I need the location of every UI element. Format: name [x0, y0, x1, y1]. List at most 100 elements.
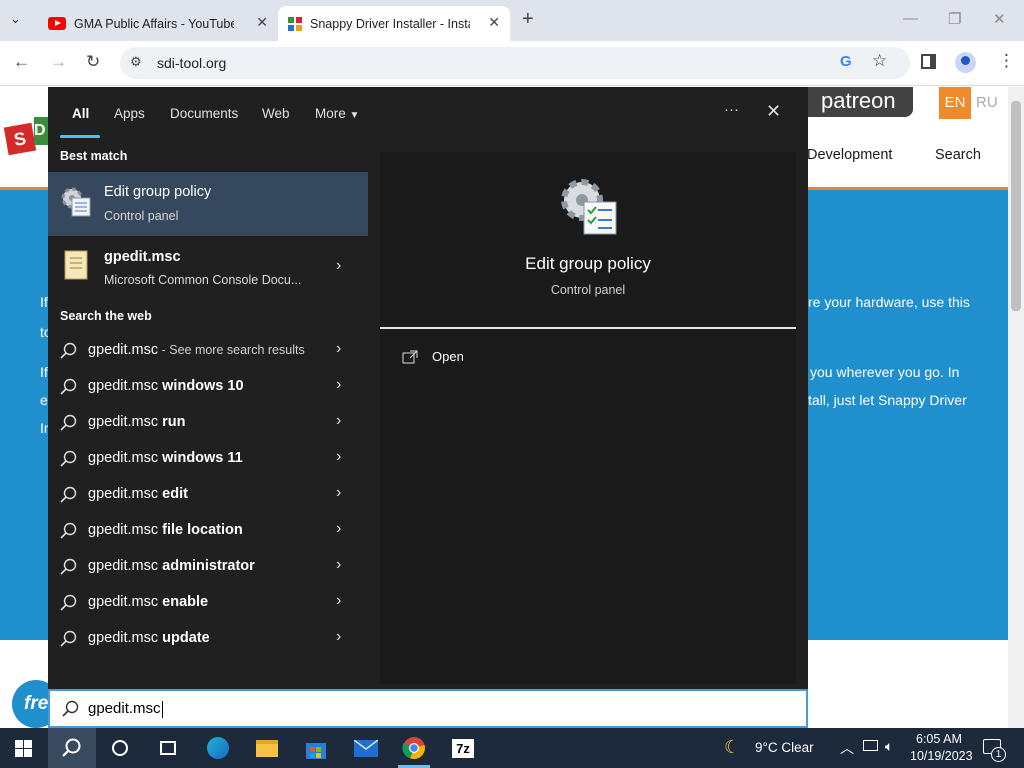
tab-more[interactable]: More ▼ — [315, 106, 359, 121]
browser-toolbar: ← → ↻ ⚙ sdi-tool.org G ☆ ⋮ — [0, 41, 1024, 86]
site-info-icon[interactable]: ⚙ — [130, 54, 142, 70]
active-tab-indicator — [60, 135, 100, 138]
edge-taskbar-button[interactable] — [194, 728, 242, 768]
notification-count-badge: 1 — [991, 747, 1006, 762]
web-result-query: gpedit.msc enable — [88, 594, 208, 610]
web-result-item[interactable]: gpedit.msc windows 10 › — [48, 369, 368, 405]
open-action[interactable]: Open — [400, 348, 600, 370]
hero-text: If — [40, 294, 48, 310]
group-policy-icon — [61, 187, 91, 217]
group-policy-large-icon — [561, 179, 617, 235]
chevron-right-icon[interactable]: › — [336, 448, 341, 466]
forward-icon[interactable]: → — [50, 52, 67, 72]
lang-en-link[interactable]: EN — [939, 87, 971, 119]
query-suffix: windows 10 — [158, 378, 244, 394]
search-icon — [62, 700, 79, 717]
search-icon — [60, 630, 77, 647]
tab-label: Snappy Driver Installer - Install — [310, 16, 470, 31]
web-result-query: gpedit.msc windows 11 — [88, 450, 243, 466]
start-button[interactable] — [0, 728, 48, 768]
sdi-favicon-icon — [288, 16, 302, 31]
chevron-right-icon[interactable]: › — [336, 556, 341, 574]
back-icon[interactable]: ← — [13, 52, 30, 72]
tab-web[interactable]: Web — [262, 106, 290, 121]
minimize-icon[interactable]: — — [903, 10, 918, 27]
tab-all[interactable]: All — [72, 106, 89, 121]
windows-search-panel: All Apps Documents Web More ▼ ··· ✕ Best… — [48, 87, 808, 728]
network-icon[interactable] — [863, 740, 878, 751]
side-panel-icon[interactable] — [921, 54, 936, 69]
chevron-up-icon[interactable]: ︿ — [840, 738, 854, 758]
chrome-taskbar-button[interactable] — [390, 728, 438, 768]
web-result-item[interactable]: gpedit.msc file location › — [48, 513, 368, 549]
web-result-item[interactable]: gpedit.msc run › — [48, 405, 368, 441]
clock-date[interactable]: 10/19/2023 — [910, 749, 973, 763]
reload-icon[interactable]: ↻ — [86, 52, 100, 72]
web-result-item[interactable]: gpedit.msc enable › — [48, 585, 368, 621]
volume-muted-icon[interactable]: 🔈︎ — [885, 738, 893, 755]
query-suffix: windows 11 — [158, 450, 243, 466]
chevron-right-icon[interactable]: › — [336, 628, 341, 646]
tab-documents[interactable]: Documents — [170, 106, 238, 121]
web-result-query: gpedit.msc file location — [88, 522, 243, 538]
menu-kebab-icon[interactable]: ⋮ — [998, 51, 1015, 71]
app-result-gpedit[interactable]: gpedit.msc Microsoft Common Console Docu… — [48, 239, 368, 295]
close-tab-icon[interactable]: ✕ — [488, 14, 500, 31]
query-suffix: enable — [158, 594, 209, 610]
best-match-item[interactable]: Edit group policy Control panel — [48, 172, 368, 236]
taskbar-search-button[interactable] — [48, 728, 96, 768]
chevron-right-icon[interactable]: › — [336, 376, 341, 394]
address-bar[interactable]: ⚙ sdi-tool.org G ☆ — [120, 47, 910, 79]
chevron-right-icon[interactable]: › — [336, 412, 341, 430]
tab-apps[interactable]: Apps — [114, 106, 145, 121]
profile-avatar-icon[interactable] — [955, 52, 976, 73]
tab-search-chevron-icon[interactable]: ⌄ — [10, 11, 21, 27]
weather-text[interactable]: 9°C Clear — [755, 740, 814, 755]
task-view-button[interactable] — [144, 728, 192, 768]
web-result-item[interactable]: gpedit.msc windows 11 › — [48, 441, 368, 477]
options-icon[interactable]: ··· — [724, 101, 739, 118]
store-taskbar-button[interactable] — [292, 728, 340, 768]
close-tab-icon[interactable]: ✕ — [256, 14, 268, 31]
tab-snappy[interactable]: Snappy Driver Installer - Install ✕ — [278, 6, 510, 41]
chevron-right-icon[interactable]: › — [336, 520, 341, 538]
nav-development[interactable]: Development — [807, 147, 892, 163]
file-explorer-taskbar-button[interactable] — [243, 728, 291, 768]
page-scrollbar-thumb[interactable] — [1011, 101, 1021, 311]
web-result-item[interactable]: gpedit.msc update › — [48, 621, 368, 657]
preview-divider — [380, 327, 796, 329]
web-result-item[interactable]: gpedit.msc edit › — [48, 477, 368, 513]
browser-tab-bar: ⌄ GMA Public Affairs - YouTube ✕ Snappy … — [0, 0, 1024, 41]
best-match-subtitle: Control panel — [104, 209, 179, 223]
cortana-button[interactable] — [96, 728, 144, 768]
close-search-icon[interactable]: ✕ — [766, 101, 781, 122]
web-result-item[interactable]: gpedit.msc - See more search results › — [48, 333, 368, 369]
chevron-right-icon[interactable]: › — [336, 257, 341, 275]
window-close-icon[interactable]: ✕ — [993, 10, 1006, 28]
search-filter-tabs: All Apps Documents Web More ▼ ··· ✕ — [48, 87, 808, 139]
search-input[interactable]: gpedit.msc — [48, 689, 808, 728]
chevron-right-icon[interactable]: › — [336, 592, 341, 610]
chevron-right-icon[interactable]: › — [336, 484, 341, 502]
chevron-right-icon[interactable]: › — [336, 340, 341, 358]
sdi-logo: S D — [3, 117, 52, 177]
mail-taskbar-button[interactable] — [341, 728, 389, 768]
web-result-query: gpedit.msc windows 10 — [88, 378, 244, 394]
new-tab-button[interactable]: + — [522, 8, 534, 31]
search-icon — [62, 738, 81, 757]
edge-icon — [207, 737, 229, 759]
clock-time[interactable]: 6:05 AM — [916, 732, 962, 746]
query-suffix: update — [158, 630, 210, 646]
patreon-link[interactable]: patreon — [795, 87, 913, 117]
restore-icon[interactable]: ❐ — [948, 10, 961, 28]
app-result-subtitle: Microsoft Common Console Docu... — [104, 273, 302, 287]
search-icon — [60, 594, 77, 611]
7zip-taskbar-button[interactable]: 7z — [439, 728, 487, 768]
lang-ru-link[interactable]: RU — [976, 87, 998, 119]
tab-youtube[interactable]: GMA Public Affairs - YouTube ✕ — [40, 6, 278, 41]
google-lens-icon[interactable]: G — [840, 53, 852, 70]
nav-search[interactable]: Search — [935, 147, 981, 163]
web-result-item[interactable]: gpedit.msc administrator › — [48, 549, 368, 585]
bookmark-star-icon[interactable]: ☆ — [872, 51, 887, 71]
query-base: gpedit.msc — [88, 594, 159, 610]
